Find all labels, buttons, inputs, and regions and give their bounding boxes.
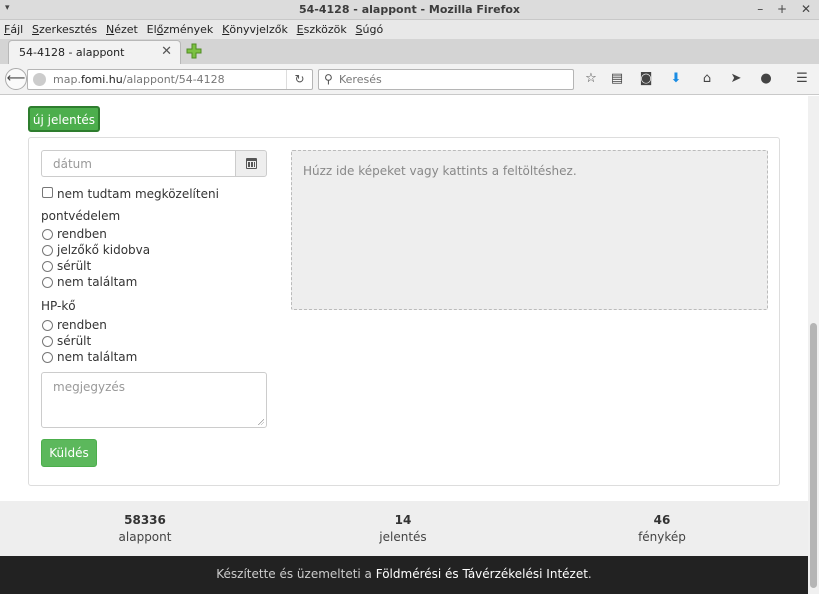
stat-label: fénykép	[638, 530, 686, 544]
tab-close-icon[interactable]: ✕	[161, 44, 172, 59]
back-button[interactable]: ⟵	[5, 68, 27, 90]
date-input[interactable]: dátum	[41, 150, 236, 177]
pontvedelem-option-label: jelzőkő kidobva	[57, 243, 151, 257]
page-content: új jelentés dátum nem tudtam megközelíte…	[0, 96, 808, 594]
window-controls: – + ✕	[747, 2, 811, 16]
tab-active[interactable]: 54-4128 - alappont ✕	[8, 40, 181, 64]
pontvedelem-option-label: sérült	[57, 259, 92, 273]
stat-jelentes: 14 jelentés	[323, 513, 483, 544]
search-icon: ⚲	[324, 72, 333, 86]
hpko-label: HP-kő	[41, 299, 76, 313]
menu-bookmarks[interactable]: Könyvjelzők	[222, 23, 288, 36]
hpko-radio-serult[interactable]	[42, 336, 53, 347]
maximize-icon[interactable]: +	[777, 2, 787, 16]
hpko-option-label: rendben	[57, 318, 107, 332]
resize-grip-icon[interactable]	[257, 418, 264, 425]
menu-help[interactable]: Súgó	[356, 23, 384, 36]
new-report-button[interactable]: új jelentés	[28, 106, 100, 132]
window-titlebar: ▾ 54-4128 - alappont - Mozilla Firefox –…	[0, 0, 819, 20]
pontvedelem-radio-nem-talaltam[interactable]	[42, 277, 53, 288]
stat-value: 58336	[124, 513, 166, 527]
search-placeholder: Keresés	[339, 73, 382, 86]
submit-button[interactable]: Küldés	[41, 439, 97, 467]
note-placeholder: megjegyzés	[53, 380, 126, 394]
minimize-icon[interactable]: –	[757, 2, 763, 16]
menu-view[interactable]: Nézet	[106, 23, 138, 36]
url-text: map.fomi.hu/alappont/54-4128	[53, 73, 225, 86]
stat-label: jelentés	[379, 530, 427, 544]
navigation-bar: ⟵ map.fomi.hu/alappont/54-4128 ↻ ⚲ Keres…	[0, 64, 819, 95]
stat-value: 46	[653, 513, 671, 527]
tab-label: 54-4128 - alappont	[19, 46, 125, 59]
pontvedelem-label: pontvédelem	[41, 209, 121, 223]
tab-strip: 54-4128 - alappont ✕	[0, 39, 819, 64]
site-identity-icon[interactable]	[33, 73, 46, 86]
cannot-approach-label: nem tudtam megközelíteni	[57, 187, 219, 201]
close-icon[interactable]: ✕	[801, 2, 811, 16]
calendar-icon	[246, 158, 257, 169]
pontvedelem-radio-serult[interactable]	[42, 261, 53, 272]
pontvedelem-radio-rendben[interactable]	[42, 229, 53, 240]
search-bar[interactable]: ⚲ Keresés	[318, 69, 574, 90]
pocket-icon[interactable]: ◙	[637, 70, 655, 88]
back-arrow-icon: ⟵	[6, 71, 26, 86]
chat-icon[interactable]: ●	[757, 70, 775, 88]
menu-history[interactable]: Előzmények	[147, 23, 214, 36]
dropzone-text: Húzz ide képeket vagy kattints a feltölt…	[303, 164, 577, 178]
hpko-option-label: nem találtam	[57, 350, 138, 364]
download-icon[interactable]: ⬇	[667, 70, 685, 88]
reload-icon[interactable]: ↻	[286, 70, 312, 89]
note-textarea[interactable]: megjegyzés	[41, 372, 267, 428]
report-form-panel: dátum nem tudtam megközelíteni pontvédel…	[28, 137, 780, 486]
page-scrollbar[interactable]	[808, 96, 819, 594]
date-picker-button[interactable]	[235, 150, 267, 177]
star-icon[interactable]: ☆	[582, 70, 600, 88]
menu-bar: Fájl Szerkesztés Nézet Előzmények Könyvj…	[0, 20, 819, 39]
image-dropzone[interactable]: Húzz ide képeket vagy kattints a feltölt…	[291, 150, 768, 310]
stat-value: 14	[394, 513, 412, 527]
footer-text: Készítette és üzemelteti a Földmérési és…	[216, 567, 592, 581]
footer-link[interactable]: Földmérési és Távérzékelési Intézet	[376, 567, 588, 581]
stat-label: alappont	[118, 530, 172, 544]
stat-alappont: 58336 alappont	[65, 513, 225, 544]
reading-list-icon[interactable]: ▤	[608, 70, 626, 88]
hpko-radio-nem-talaltam[interactable]	[42, 352, 53, 363]
menu-edit[interactable]: Szerkesztés	[32, 23, 97, 36]
hpko-option-label: sérült	[57, 334, 92, 348]
hpko-radio-rendben[interactable]	[42, 320, 53, 331]
page-footer: Készítette és üzemelteti a Földmérési és…	[0, 556, 808, 594]
pontvedelem-option-label: rendben	[57, 227, 107, 241]
scrollbar-thumb[interactable]	[810, 323, 817, 588]
pontvedelem-option-label: nem találtam	[57, 275, 138, 289]
menu-file[interactable]: Fájl	[4, 23, 23, 36]
menu-tools[interactable]: Eszközök	[297, 23, 347, 36]
url-bar[interactable]: map.fomi.hu/alappont/54-4128 ↻	[27, 69, 313, 90]
pontvedelem-radio-jelzoko-kidobva[interactable]	[42, 245, 53, 256]
stat-fenykep: 46 fénykép	[582, 513, 742, 544]
stats-bar: 58336 alappont 14 jelentés 46 fénykép	[0, 501, 808, 556]
new-tab-icon[interactable]	[186, 43, 202, 59]
home-icon[interactable]: ⌂	[698, 70, 716, 88]
cannot-approach-checkbox[interactable]	[42, 187, 53, 198]
window-title: 54-4128 - alappont - Mozilla Firefox	[298, 3, 521, 16]
date-placeholder: dátum	[53, 157, 92, 171]
hamburger-menu-icon[interactable]: ☰	[793, 70, 811, 88]
send-icon[interactable]: ➤	[727, 70, 745, 88]
